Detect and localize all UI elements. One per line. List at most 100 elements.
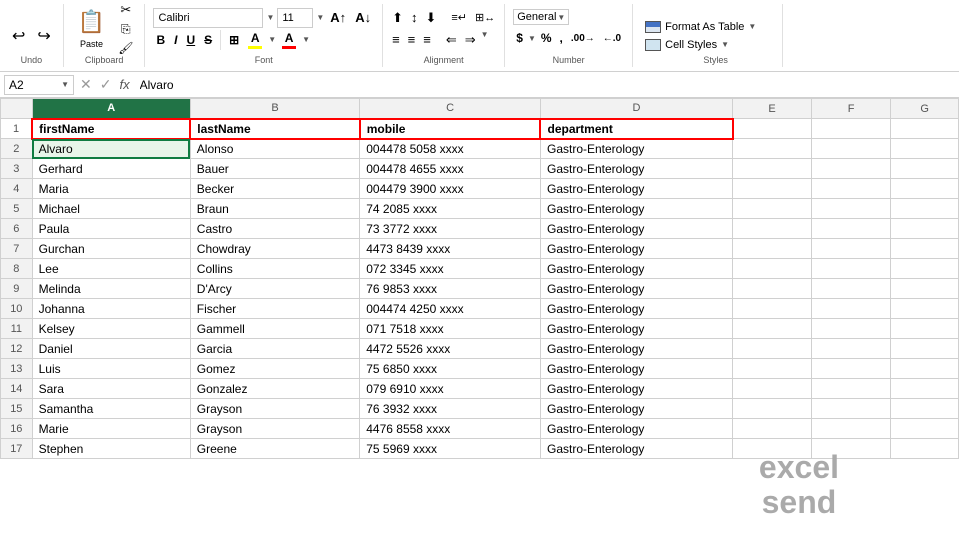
format-as-table-chevron[interactable]: ▼ (748, 22, 756, 31)
cell-d17[interactable]: Gastro-Enterology (540, 439, 732, 459)
cell-f1[interactable] (812, 119, 891, 139)
cell-c8[interactable]: 072 3345 xxxx (360, 259, 541, 279)
cell-e6[interactable] (733, 219, 812, 239)
cell-e13[interactable] (733, 359, 812, 379)
cell-a1[interactable]: firstName (32, 119, 190, 139)
align-top-button[interactable]: ⬆ (389, 8, 406, 28)
indent-decrease-button[interactable]: ⇐ (443, 30, 460, 50)
cell-c11[interactable]: 071 7518 xxxx (360, 319, 541, 339)
align-center-button[interactable]: ≡ (405, 30, 419, 50)
col-header-b[interactable]: B (190, 99, 359, 119)
currency-button[interactable]: $ (513, 28, 526, 48)
copy-button[interactable]: ⎘ (115, 21, 136, 38)
cell-e11[interactable] (733, 319, 812, 339)
decrease-decimal-button[interactable]: ←.0 (600, 28, 624, 48)
bold-button[interactable]: B (153, 30, 168, 50)
cell-f15[interactable] (812, 399, 891, 419)
cell-a6[interactable]: Paula (32, 219, 190, 239)
cell-f8[interactable] (812, 259, 891, 279)
cell-g10[interactable] (891, 299, 959, 319)
cell-e9[interactable] (733, 279, 812, 299)
cell-c4[interactable]: 004479 3900 xxxx (360, 179, 541, 199)
increase-font-button[interactable]: A↑ (327, 8, 349, 28)
cell-a10[interactable]: Johanna (32, 299, 190, 319)
cell-c7[interactable]: 4473 8439 xxxx (360, 239, 541, 259)
underline-button[interactable]: U (183, 30, 198, 50)
cell-g1[interactable] (891, 119, 959, 139)
cell-e2[interactable] (733, 139, 812, 159)
font-name-input[interactable] (153, 8, 263, 28)
cell-c9[interactable]: 76 9853 xxxx (360, 279, 541, 299)
borders-button[interactable]: ⊞ (226, 30, 242, 50)
cell-f14[interactable] (812, 379, 891, 399)
cell-c16[interactable]: 4476 8558 xxxx (360, 419, 541, 439)
align-left-button[interactable]: ≡ (389, 30, 403, 50)
cut-button[interactable]: ✂ (115, 1, 136, 19)
cell-c3[interactable]: 004478 4655 xxxx (360, 159, 541, 179)
cell-f2[interactable] (812, 139, 891, 159)
cell-d12[interactable]: Gastro-Enterology (540, 339, 732, 359)
cell-b16[interactable]: Grayson (190, 419, 359, 439)
cell-b4[interactable]: Becker (190, 179, 359, 199)
col-header-c[interactable]: C (360, 99, 541, 119)
cell-a7[interactable]: Gurchan (32, 239, 190, 259)
font-color-chevron[interactable]: ▼ (302, 35, 310, 44)
cell-a5[interactable]: Michael (32, 199, 190, 219)
cell-f11[interactable] (812, 319, 891, 339)
cell-f10[interactable] (812, 299, 891, 319)
col-header-g[interactable]: G (891, 99, 959, 119)
cell-d15[interactable]: Gastro-Enterology (540, 399, 732, 419)
cell-g5[interactable] (891, 199, 959, 219)
increase-decimal-button[interactable]: .00→ (568, 28, 598, 48)
font-size-chevron[interactable]: ▼ (316, 13, 324, 22)
cell-e15[interactable] (733, 399, 812, 419)
cell-e8[interactable] (733, 259, 812, 279)
col-header-e[interactable]: E (733, 99, 812, 119)
indent-increase-button[interactable]: ⇒ (462, 30, 479, 50)
cell-e1[interactable] (733, 119, 812, 139)
cell-g14[interactable] (891, 379, 959, 399)
cell-d8[interactable]: Gastro-Enterology (540, 259, 732, 279)
cell-f9[interactable] (812, 279, 891, 299)
cell-b9[interactable]: D'Arcy (190, 279, 359, 299)
merge-button[interactable]: ⊞↔ (472, 8, 498, 28)
cell-d4[interactable]: Gastro-Enterology (540, 179, 732, 199)
cell-g4[interactable] (891, 179, 959, 199)
cell-a8[interactable]: Lee (32, 259, 190, 279)
cell-g15[interactable] (891, 399, 959, 419)
align-middle-button[interactable]: ↕ (408, 8, 421, 28)
cell-g8[interactable] (891, 259, 959, 279)
cell-a2[interactable]: Alvaro (32, 139, 190, 159)
cell-d16[interactable]: Gastro-Enterology (540, 419, 732, 439)
cell-b13[interactable]: Gomez (190, 359, 359, 379)
cell-c10[interactable]: 004474 4250 xxxx (360, 299, 541, 319)
formula-confirm-icon[interactable]: ✓ (100, 76, 112, 93)
col-header-a[interactable]: A (32, 99, 190, 119)
strikethrough-button[interactable]: S (201, 30, 215, 50)
cell-e12[interactable] (733, 339, 812, 359)
font-size-input[interactable] (277, 8, 313, 28)
align-right-button[interactable]: ≡ (420, 30, 434, 50)
cell-b17[interactable]: Greene (190, 439, 359, 459)
cell-e16[interactable] (733, 419, 812, 439)
cell-g16[interactable] (891, 419, 959, 439)
cell-g11[interactable] (891, 319, 959, 339)
formula-cancel-icon[interactable]: ✕ (80, 76, 92, 93)
cell-f4[interactable] (812, 179, 891, 199)
paste-button[interactable]: 📋 Paste (72, 5, 111, 53)
cell-d14[interactable]: Gastro-Enterology (540, 379, 732, 399)
cell-a17[interactable]: Stephen (32, 439, 190, 459)
format-as-table-item[interactable]: Format As Table ▼ (641, 19, 774, 35)
fill-color-button[interactable]: A (245, 30, 265, 50)
italic-button[interactable]: I (171, 30, 180, 50)
cell-e17[interactable] (733, 439, 812, 459)
cell-c12[interactable]: 4472 5526 xxxx (360, 339, 541, 359)
cell-b12[interactable]: Garcia (190, 339, 359, 359)
cell-ref-chevron[interactable]: ▼ (61, 80, 69, 89)
cell-b8[interactable]: Collins (190, 259, 359, 279)
cell-e10[interactable] (733, 299, 812, 319)
cell-a4[interactable]: Maria (32, 179, 190, 199)
cell-e4[interactable] (733, 179, 812, 199)
formula-fx-icon[interactable]: fx (117, 75, 131, 94)
cell-a3[interactable]: Gerhard (32, 159, 190, 179)
